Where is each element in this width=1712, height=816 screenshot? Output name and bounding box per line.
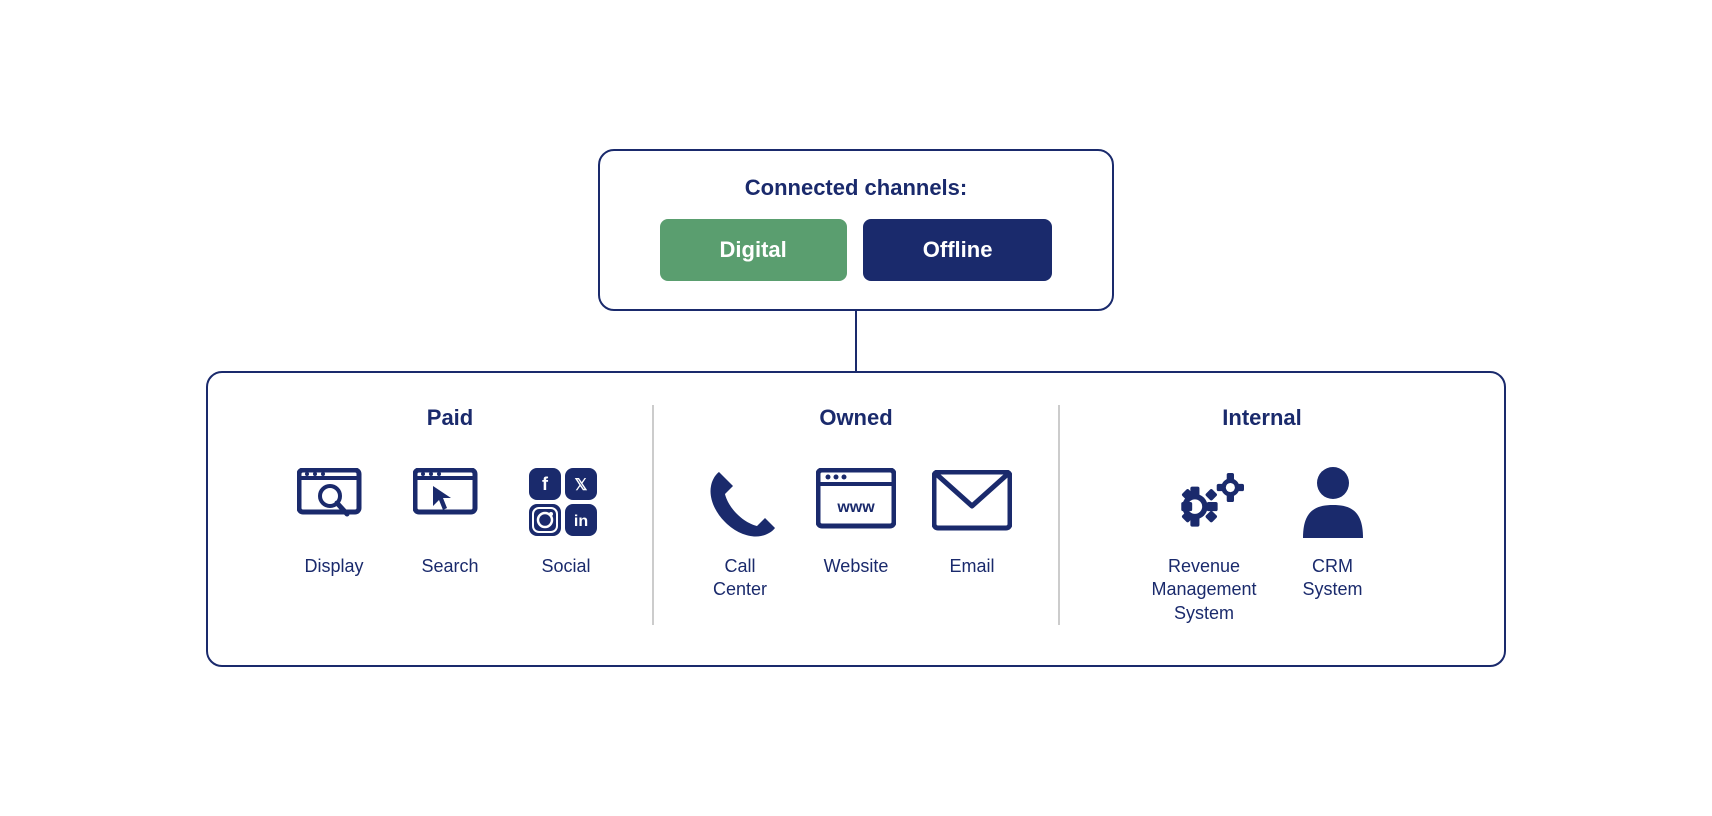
crm-system-label: CRMSystem <box>1303 555 1363 602</box>
svg-text:www: www <box>836 499 875 516</box>
paid-section: Paid <box>268 405 632 578</box>
email-item: Email <box>932 463 1012 578</box>
owned-internal-divider <box>1058 405 1060 625</box>
svg-text:in: in <box>573 513 587 530</box>
display-label: Display <box>304 555 363 578</box>
owned-section-title: Owned <box>819 405 892 431</box>
revenue-management-label: RevenueManagementSystem <box>1151 555 1256 625</box>
social-icon: f 𝕏 in <box>526 463 606 543</box>
paid-section-items: Display <box>294 463 606 578</box>
internal-section-items: $ RevenueManagementSystem <box>1151 463 1372 625</box>
channel-buttons: Digital Offline <box>660 219 1053 281</box>
website-label: Website <box>824 555 889 578</box>
svg-text:𝕏: 𝕏 <box>574 477 587 494</box>
call-center-label: CallCenter <box>713 555 767 602</box>
crm-system-icon <box>1293 463 1373 543</box>
diagram-container: Connected channels: Digital Offline Paid <box>0 109 1712 707</box>
social-label: Social <box>541 555 590 578</box>
call-center-item: CallCenter <box>700 463 780 602</box>
revenue-management-icon: $ <box>1154 463 1254 543</box>
search-icon <box>410 463 490 543</box>
connector-line <box>855 311 857 371</box>
offline-button[interactable]: Offline <box>863 219 1053 281</box>
search-label: Search <box>421 555 478 578</box>
internal-section: Internal <box>1080 405 1444 625</box>
internal-section-title: Internal <box>1222 405 1301 431</box>
bottom-box: Paid <box>206 371 1506 667</box>
display-icon <box>294 463 374 543</box>
crm-system-item: CRMSystem <box>1293 463 1373 602</box>
website-icon: www <box>816 463 896 543</box>
owned-section: Owned CallCenter <box>674 405 1038 602</box>
call-center-icon <box>700 463 780 543</box>
top-box: Connected channels: Digital Offline <box>598 149 1115 311</box>
revenue-management-item: $ RevenueManagementSystem <box>1151 463 1256 625</box>
paid-owned-divider <box>652 405 654 625</box>
connected-channels-title: Connected channels: <box>745 175 967 201</box>
svg-text:$: $ <box>1227 483 1233 495</box>
display-item: Display <box>294 463 374 578</box>
owned-section-items: CallCenter www <box>700 463 1012 602</box>
website-item: www Website <box>816 463 896 578</box>
digital-button[interactable]: Digital <box>660 219 847 281</box>
paid-section-title: Paid <box>427 405 473 431</box>
social-item: f 𝕏 in <box>526 463 606 578</box>
email-label: Email <box>949 555 994 578</box>
search-item: Search <box>410 463 490 578</box>
email-icon <box>932 463 1012 543</box>
svg-text:f: f <box>542 474 549 494</box>
